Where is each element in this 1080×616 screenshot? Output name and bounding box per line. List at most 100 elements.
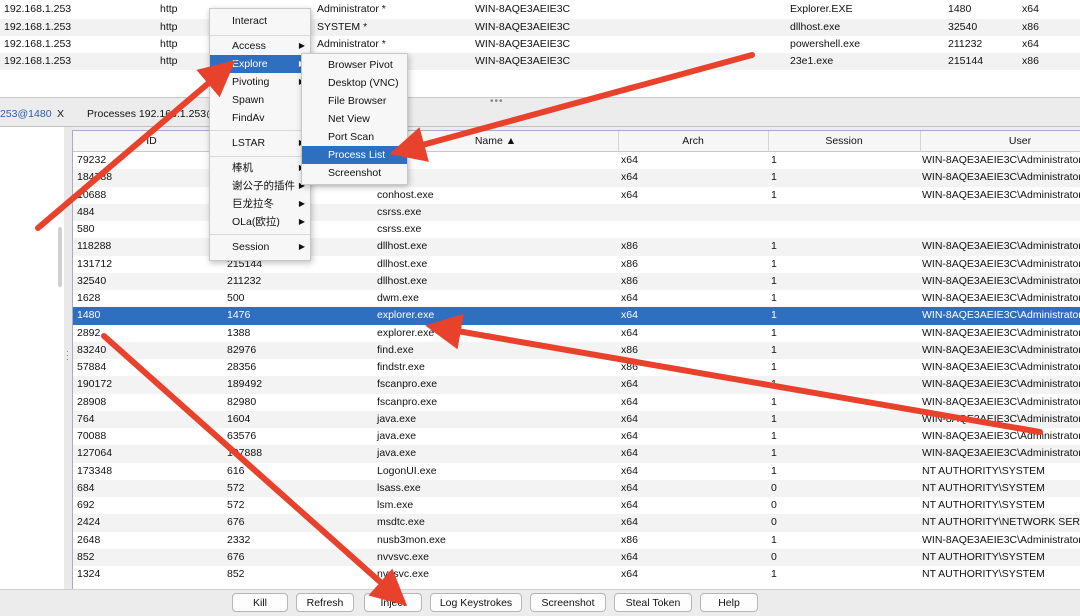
menu-item-access[interactable]: Access ▶ — [210, 37, 310, 55]
menu-item-pivoting[interactable]: Pivoting▶ — [210, 73, 310, 91]
table-row[interactable]: 764 1604 java.exe x64 1 WIN-8AQE3AEIE3C\Admin… — [73, 410, 1080, 428]
table-row[interactable]: 2424 676 msdtc.exe x64 0 NT AUTHORITY\NETWORK… — [73, 514, 1080, 532]
cell-pid: 127064 — [77, 447, 113, 460]
table-row[interactable]: 684 572 lsass.exe x64 0 NT AUTHORITY\SYSTEM — [73, 479, 1080, 497]
menu-item-screenshot[interactable]: Screenshot — [302, 164, 407, 182]
menu-item-net-view[interactable]: Net View — [302, 110, 407, 128]
column-header-name[interactable]: Name ▲ — [373, 131, 619, 151]
table-row[interactable]: 173348 616 LogonUI.exe x64 1 NT AUTHORITY\SYS… — [73, 463, 1080, 480]
cell-name: java.exe — [377, 447, 417, 460]
sessions-table: 192.168.1.253 http Administrator * WIN-8… — [0, 0, 1080, 98]
table-row[interactable]: 692 572 lsm.exe x64 0 NT AUTHORITY\SYSTEM — [73, 497, 1080, 514]
menu-item-lstar[interactable]: LSTAR▶ — [210, 134, 310, 152]
table-row[interactable]: 2648 2332 nusb3mon.exe x86 1 WIN-8AQE3AEIE3C\… — [73, 532, 1080, 549]
tab-processes[interactable]: Processes 192.168.1.253@ — [87, 108, 217, 120]
menu-item-label: Access — [232, 40, 266, 52]
tab-beacon[interactable]: 253@1480 — [0, 108, 52, 120]
steal-token-button[interactable]: Steal Token — [614, 593, 692, 612]
tree-scrollbar[interactable] — [58, 227, 62, 287]
cell-session: 1 — [771, 343, 777, 356]
chevron-right-icon: ▶ — [298, 199, 305, 208]
menu-item-ola[interactable]: OLa(欧拉) ▶ — [210, 213, 310, 231]
cell-user: NT AUTHORITY\SYSTEM — [922, 464, 1045, 477]
menu-item-julong[interactable]: 巨龙拉冬 ▶ — [210, 195, 310, 213]
session-computer: WIN-8AQE3AEIE3C — [475, 21, 571, 33]
table-row[interactable]: 190172 189492 fscanpro.exe x64 1 WIN-8AQE3AEI… — [73, 376, 1080, 394]
cell-session: 0 — [771, 481, 777, 494]
cell-name: fscanpro.exe — [377, 395, 438, 408]
cell-pid: 57884 — [77, 361, 107, 373]
column-header-arch[interactable]: Arch — [618, 131, 769, 151]
menu-item-explore[interactable]: Explore▶ — [210, 55, 310, 73]
menu-item-spawn[interactable]: Spawn — [210, 91, 310, 109]
session-pid: 215144 — [948, 55, 984, 67]
cell-pid: 852 — [77, 550, 95, 563]
refresh-button[interactable]: Refresh — [296, 593, 354, 612]
menu-item-session[interactable]: Session ▶ — [210, 238, 310, 256]
session-row[interactable]: 192.168.1.253 http Administrator * WIN-8… — [0, 1, 1080, 18]
cell-ppid: 616 — [227, 464, 245, 477]
table-row[interactable]: 83240 82976 find.exe x86 1 WIN-8AQE3AEIE3C\Ad… — [73, 341, 1080, 359]
log-keystrokes-button[interactable]: Log Keystrokes — [430, 593, 522, 612]
cell-ppid: 63576 — [227, 430, 257, 442]
kill-button[interactable]: Kill — [232, 593, 288, 612]
cell-pid: 118288 — [77, 240, 112, 253]
cell-pid: 1324 — [77, 568, 101, 580]
menu-item-label: 棒机 — [232, 162, 253, 174]
cell-session: 1 — [771, 309, 777, 322]
menu-item-xiegongzi-plugins[interactable]: 谢公子的插件 ▶ — [210, 177, 310, 195]
cell-user: WIN-8AQE3AEIE3C\Administrator — [922, 171, 1080, 184]
menu-item-file-browser[interactable]: File Browser — [302, 92, 407, 110]
table-row[interactable]: 32540 211232 dllhost.exe x86 1 WIN-8AQE3AEIE3… — [73, 272, 1080, 290]
session-listener: http — [160, 3, 178, 15]
session-process: 23e1.exe — [790, 55, 834, 67]
cell-pid: 764 — [77, 412, 95, 425]
table-row[interactable]: 57884 28356 findstr.exe x86 1 WIN-8AQE3AEIE3C… — [73, 359, 1080, 376]
menu-item-process-list[interactable]: Process List — [302, 146, 407, 164]
session-row[interactable]: 192.168.1.253 http SYSTEM * WIN-8AQE3AEI… — [0, 19, 1080, 36]
tab-close-button[interactable]: X — [57, 108, 64, 120]
menu-item-findav[interactable]: FindAv — [210, 109, 310, 127]
session-row[interactable]: 192.168.1.253 http WIN-8AQE3AEIE3C 23e1.… — [0, 53, 1080, 70]
session-external-ip: 192.168.1.253 — [4, 21, 72, 33]
column-header-session[interactable]: Session — [768, 131, 921, 151]
table-row[interactable]: 70088 63576 java.exe x64 1 WIN-8AQE3AEIE3C\Ad… — [73, 428, 1080, 445]
cell-arch: x86 — [621, 257, 638, 270]
inject-button[interactable]: Inject — [364, 593, 422, 612]
screenshot-button[interactable]: Screenshot — [530, 593, 606, 612]
session-computer: WIN-8AQE3AEIE3C — [475, 55, 571, 67]
table-row[interactable]: 852 676 nvvsvc.exe x64 0 NT AUTHORITY\SYSTEM — [73, 548, 1080, 566]
vertical-splitter[interactable]: · · · — [64, 127, 72, 589]
cell-arch: x86 — [621, 343, 638, 356]
menu-separator — [210, 35, 310, 36]
table-row[interactable]: 127064 107888 java.exe x64 1 WIN-8AQE3AEIE3C\… — [73, 445, 1080, 463]
table-row[interactable]: 1324 852 nvvsvc.exe x64 1 NT AUTHORITY\SYSTEM — [73, 566, 1080, 583]
table-row[interactable]: 28908 82980 fscanpro.exe x64 1 WIN-8AQE3AEIE3… — [73, 394, 1080, 411]
cell-session: 0 — [771, 516, 777, 529]
column-header-user[interactable]: User — [920, 131, 1080, 151]
cell-session: 1 — [771, 395, 777, 408]
menu-item-interact[interactable]: Interact — [210, 12, 310, 30]
column-header-pid[interactable]: PID — [73, 131, 224, 151]
session-listener: http — [160, 21, 178, 33]
cell-arch: x64 — [621, 464, 638, 477]
session-row[interactable]: 192.168.1.253 http Administrator * WIN-8… — [0, 36, 1080, 53]
menu-item-bangji[interactable]: 棒机▶ — [210, 159, 310, 177]
table-row[interactable]: 1628 500 dwm.exe x64 1 WIN-8AQE3AEIE3C\Admini… — [73, 290, 1080, 307]
menu-item-desktop-vnc[interactable]: Desktop (VNC) — [302, 74, 407, 92]
menu-item-browser-pivot[interactable]: Browser Pivot — [302, 56, 407, 74]
menu-item-port-scan[interactable]: Port Scan — [302, 128, 407, 146]
cell-session: 1 — [771, 430, 777, 442]
cell-arch: x64 — [621, 171, 638, 184]
table-row-selected[interactable]: 1480 1476 explorer.exe x64 1 WIN-8AQE3AEIE3C\… — [73, 307, 1080, 325]
cell-session: 1 — [771, 568, 777, 580]
cell-name: java.exe — [377, 430, 417, 442]
cell-name: dllhost.exe — [377, 240, 428, 253]
help-button[interactable]: Help — [700, 593, 758, 612]
cell-name: msdtc.exe — [377, 516, 425, 529]
session-arch: x86 — [1022, 55, 1039, 67]
table-row[interactable]: 2892 1388 explorer.exe x64 1 WIN-8AQE3AEIE3C\… — [73, 325, 1080, 342]
cell-name: dllhost.exe — [377, 257, 428, 270]
cell-pid: 2892 — [77, 326, 101, 339]
menu-separator — [210, 156, 310, 157]
